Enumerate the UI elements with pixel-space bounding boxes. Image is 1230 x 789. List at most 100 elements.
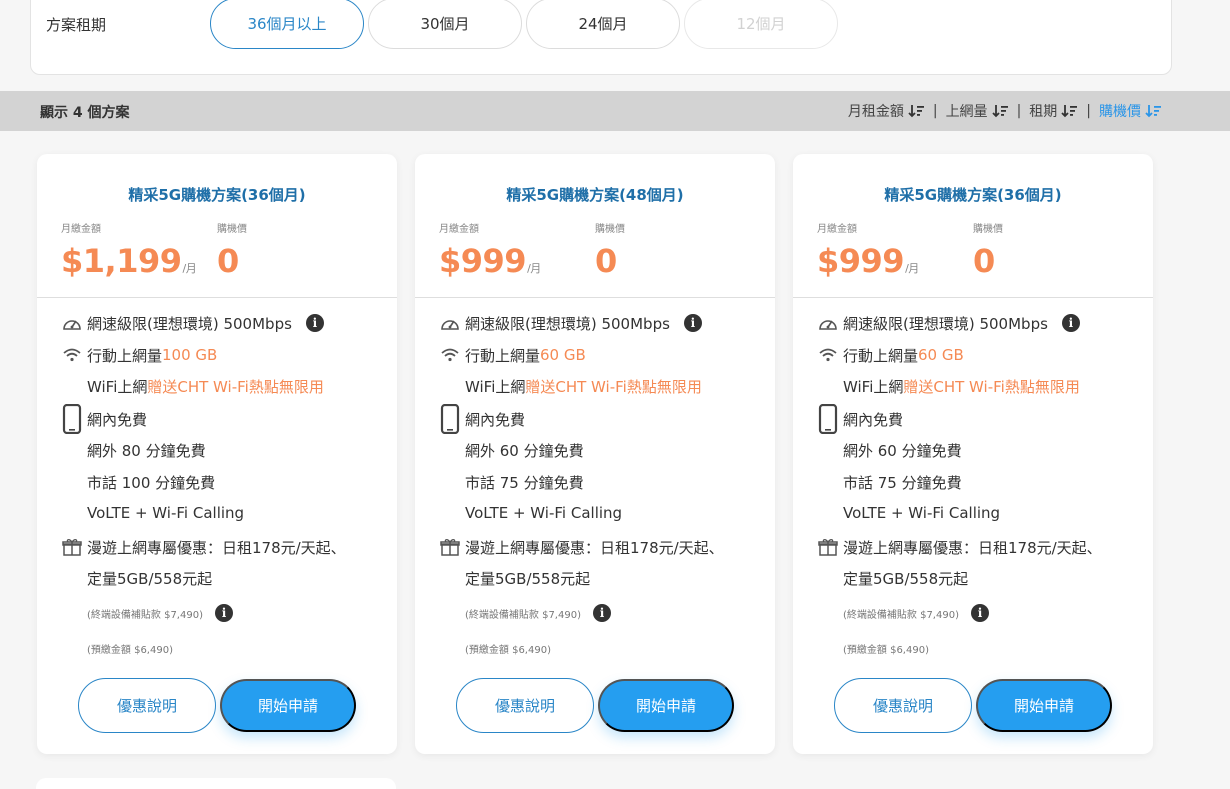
sort-desc-icon <box>1145 105 1161 118</box>
sort-desc-icon <box>908 105 924 118</box>
info-icon[interactable]: i <box>214 604 233 622</box>
onnet-row: 網內免費 <box>439 404 526 434</box>
prepay-note: (預繳金額 $6,490) <box>87 645 173 656</box>
info-icon[interactable]: i <box>305 314 324 332</box>
info-icon[interactable]: i <box>970 604 989 622</box>
roaming-line1: 漫遊上網專屬優惠：日租178元/天起、 <box>843 538 1102 557</box>
monthly-fee-label: 月繳金額 <box>439 224 479 235</box>
wifi-prefix: WiFi上網 <box>843 378 904 396</box>
subsidy-text: (終端設備補貼款 $7,490) <box>87 609 203 621</box>
term-option-30[interactable]: 30個月 <box>368 0 522 49</box>
plan-title: 精采5G購機方案(36個月) <box>128 186 306 204</box>
sort-bar: 顯示 4 個方案 月租金額 | 上網量 | 租期 | 購機價 <box>0 91 1230 131</box>
phone-icon <box>61 404 83 434</box>
onnet-text: 網內免費 <box>465 410 526 429</box>
roaming-row: 漫遊上網專屬優惠：日租178元/天起、 <box>817 536 1102 558</box>
sort-data[interactable]: 上網量 <box>946 101 1009 121</box>
per-month-unit: /月 <box>182 262 197 275</box>
speed-text: 網速級限(理想環境) 500Mbps <box>87 314 292 333</box>
plan-card-partial <box>36 778 396 789</box>
info-icon[interactable]: i <box>683 314 702 332</box>
sort-desc-icon <box>1061 105 1078 118</box>
offer-detail-button[interactable]: 優惠說明 <box>834 678 972 733</box>
per-month-unit: /月 <box>527 262 541 275</box>
offer-detail-button[interactable]: 優惠說明 <box>456 678 594 733</box>
subsidy-text: (終端設備補貼款 $7,490) <box>843 609 959 621</box>
speedometer-icon <box>817 312 839 334</box>
roaming-row: 漫遊上網專屬優惠：日租178元/天起、 <box>61 536 346 558</box>
offer-detail-button[interactable]: 優惠說明 <box>78 678 216 733</box>
speed-text: 網速級限(理想環境) 500Mbps <box>843 314 1048 333</box>
plan-title: 精采5G購機方案(36個月) <box>884 186 1062 204</box>
card-divider <box>415 297 775 298</box>
separator: | <box>1016 103 1022 119</box>
local-call-row: 市話 75 分鐘免費 <box>465 474 584 492</box>
phone-icon <box>439 404 461 434</box>
data-amount: 60 GB <box>918 346 964 364</box>
apply-button[interactable]: 開始申請 <box>220 679 356 732</box>
onnet-row: 網內免費 <box>61 404 147 434</box>
sort-monthly-fee[interactable]: 月租金額 <box>848 101 925 121</box>
roaming-row: 漫遊上網專屬優惠：日租178元/天起、 <box>439 536 724 558</box>
gift-icon <box>817 536 839 558</box>
data-prefix: 行動上網量 <box>465 346 541 365</box>
roaming-line2: 定量5GB/558元起 <box>465 570 591 588</box>
monthly-fee: $999/月 <box>817 242 919 280</box>
prepay-note: (預繳金額 $6,490) <box>843 645 929 656</box>
wifi-prefix: WiFi上網 <box>87 378 148 396</box>
offnet-row: 網外 80 分鐘免費 <box>87 442 206 460</box>
data-amount: 60 GB <box>540 346 586 364</box>
monthly-fee-label: 月繳金額 <box>61 224 101 235</box>
term-option-24[interactable]: 24個月 <box>526 0 680 49</box>
sort-term[interactable]: 租期 <box>1029 101 1078 121</box>
local-call-row: 市話 75 分鐘免費 <box>843 474 962 492</box>
wifi-icon <box>817 344 839 366</box>
subsidy-note: (終端設備補貼款 $7,490) i <box>843 604 989 622</box>
speed-row: 網速級限(理想環境) 500Mbps i <box>61 312 324 334</box>
speedometer-icon <box>439 312 461 334</box>
roaming-line2: 定量5GB/558元起 <box>87 570 213 588</box>
local-call-row: 市話 100 分鐘免費 <box>87 474 216 492</box>
apply-button[interactable]: 開始申請 <box>598 679 734 732</box>
monthly-fee-value: $1,199 <box>61 242 182 280</box>
card-divider <box>793 297 1153 298</box>
wifi-value: 贈送CHT Wi-Fi熱點無限用 <box>525 378 702 396</box>
plan-card: 精采5G購機方案(36個月) 月繳金額 購機價 $999/月 0 網速級限(理想… <box>793 154 1153 754</box>
wifi-value: 贈送CHT Wi-Fi熱點無限用 <box>147 378 324 396</box>
device-price-value: 0 <box>595 242 618 280</box>
subsidy-note: (終端設備補貼款 $7,490) i <box>87 604 233 622</box>
info-icon[interactable]: i <box>1061 314 1080 332</box>
plan-card: 精采5G購機方案(36個月) 月繳金額 購機價 $1,199/月 0 網速級限(… <box>37 154 397 754</box>
onnet-text: 網內免費 <box>843 410 904 429</box>
monthly-fee: $999/月 <box>439 242 541 280</box>
speed-text: 網速級限(理想環境) 500Mbps <box>465 314 670 333</box>
monthly-fee: $1,199/月 <box>61 242 197 280</box>
apply-button[interactable]: 開始申請 <box>976 679 1112 732</box>
separator: | <box>1086 103 1091 119</box>
gift-icon <box>61 536 83 558</box>
onnet-row: 網內免費 <box>817 404 904 434</box>
plan-title: 精采5G購機方案(48個月) <box>506 186 684 204</box>
monthly-fee-value: $999 <box>439 242 527 280</box>
monthly-fee-value: $999 <box>817 242 905 280</box>
sort-label: 上網量 <box>945 104 988 120</box>
roaming-line1: 漫遊上網專屬優惠：日租178元/天起、 <box>465 538 724 557</box>
sort-desc-icon <box>991 105 1008 118</box>
wifi-row: WiFi上網 贈送CHT Wi-Fi熱點無限用 <box>843 376 1080 397</box>
roaming-line1: 漫遊上網專屬優惠：日租178元/天起、 <box>87 538 346 557</box>
plan-count: 顯示 4 個方案 <box>40 105 130 121</box>
prepay-note: (預繳金額 $6,490) <box>465 645 551 656</box>
device-price-value: 0 <box>217 242 240 280</box>
monthly-fee-label: 月繳金額 <box>817 224 857 235</box>
card-divider <box>37 297 397 298</box>
sort-device-price[interactable]: 購機價 <box>1099 101 1162 121</box>
sort-label: 月租金額 <box>847 104 904 120</box>
info-icon[interactable]: i <box>592 604 611 622</box>
speed-row: 網速級限(理想環境) 500Mbps i <box>439 312 702 334</box>
offnet-row: 網外 60 分鐘免費 <box>465 442 584 460</box>
wifi-row: WiFi上網 贈送CHT Wi-Fi熱點無限用 <box>87 376 324 397</box>
subsidy-text: (終端設備補貼款 $7,490) <box>465 609 581 621</box>
term-option-36[interactable]: 36個月以上 <box>210 0 364 49</box>
device-price-label: 購機價 <box>217 224 247 235</box>
wifi-prefix: WiFi上網 <box>465 378 526 396</box>
